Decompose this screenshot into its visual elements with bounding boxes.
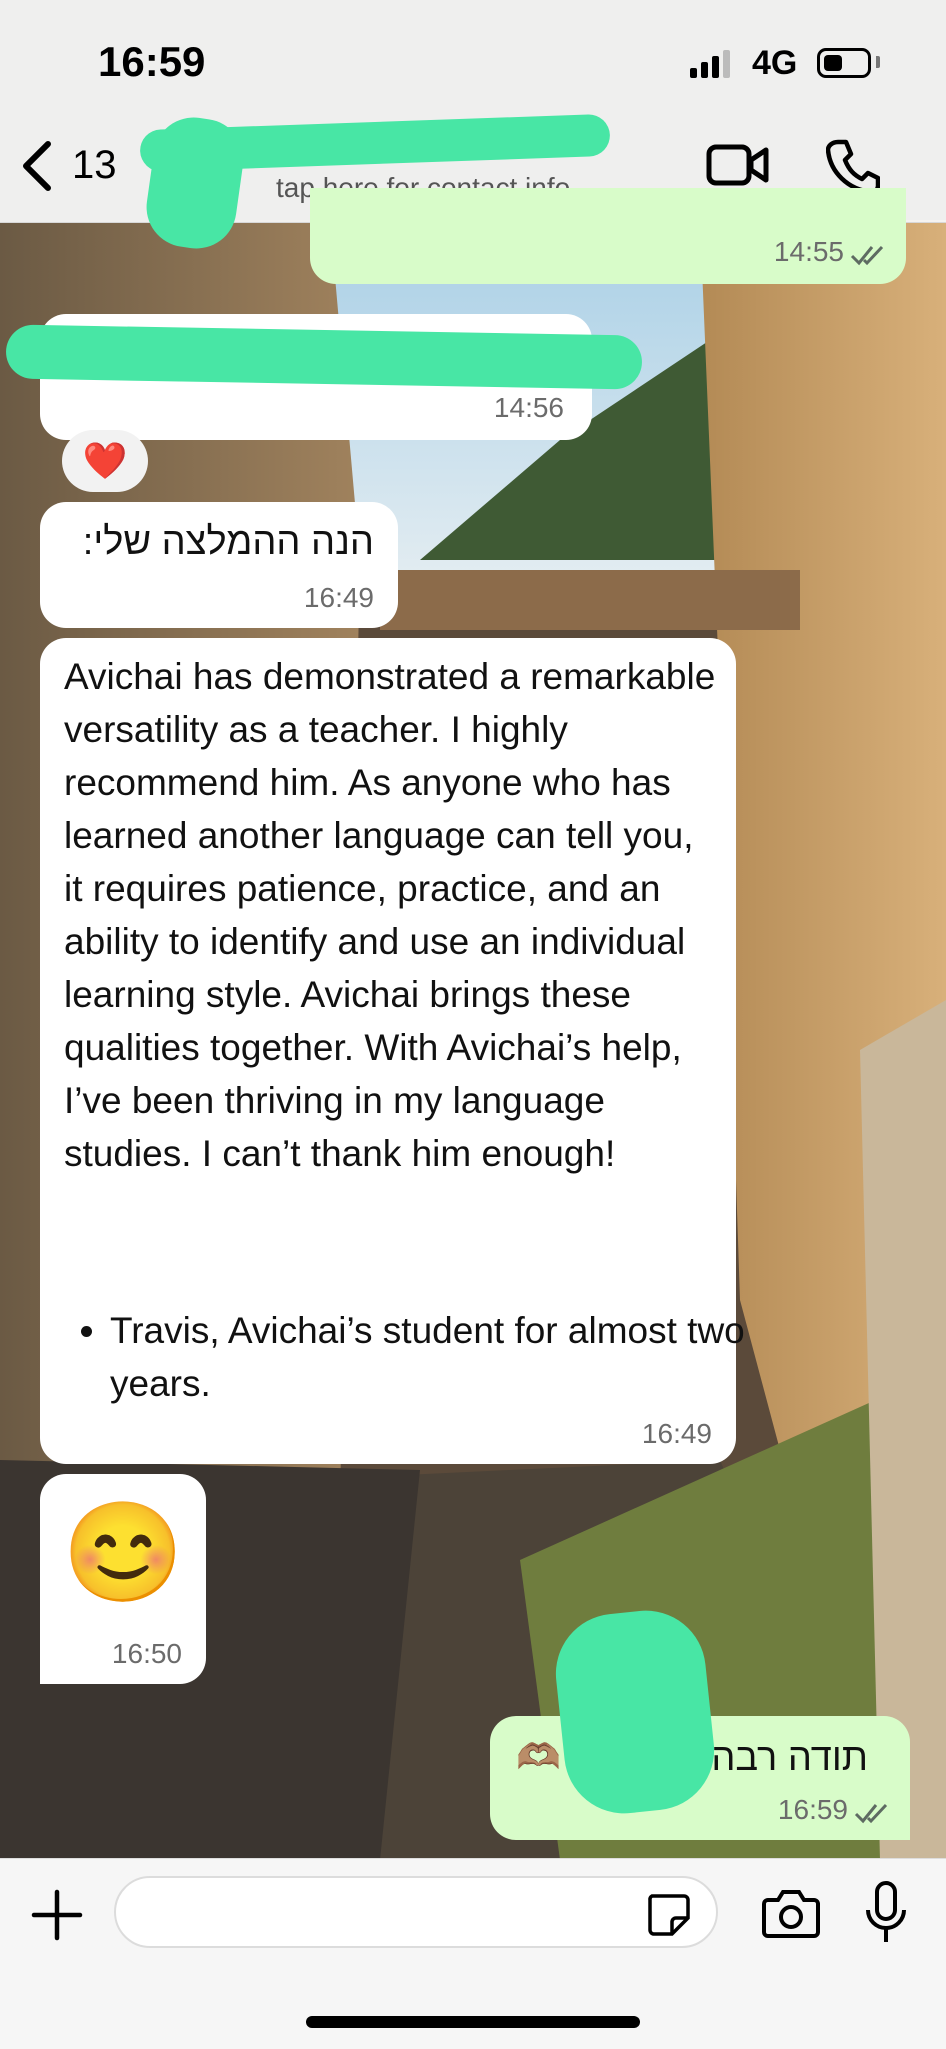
- sticker-icon[interactable]: [646, 1892, 690, 1936]
- video-call-icon[interactable]: [706, 140, 770, 190]
- plus-icon[interactable]: [30, 1888, 84, 1942]
- heart-reaction[interactable]: ❤️: [62, 430, 148, 492]
- message-time: 16:49: [303, 582, 374, 613]
- home-indicator: [306, 2016, 640, 2028]
- message-bullet-list: Travis, Avichai’s student for almost two…: [64, 1304, 750, 1410]
- read-ticks-icon: [850, 245, 884, 266]
- network-type: 4G: [752, 44, 798, 82]
- message-time: 16:59: [777, 1794, 848, 1825]
- heart-hands-emoji: 🫶🏽: [516, 1736, 561, 1777]
- read-ticks-icon: [854, 1803, 888, 1824]
- camera-icon[interactable]: [762, 1888, 820, 1940]
- microphone-icon[interactable]: [860, 1880, 912, 1946]
- status-time: 16:59: [98, 38, 206, 85]
- smiling-face-emoji: 😊: [62, 1497, 185, 1607]
- battery-icon: [817, 48, 871, 78]
- redaction-scribble: [5, 324, 643, 390]
- message-bubble-incoming[interactable]: הנה ההמלצה שלי: 16:49: [40, 502, 398, 628]
- message-bubble-incoming[interactable]: 😊 16:50: [40, 1474, 206, 1684]
- list-item: Travis, Avichai’s student for almost two…: [110, 1304, 750, 1410]
- redaction-scribble: [549, 1604, 721, 1820]
- message-time: 14:55: [773, 236, 844, 267]
- cellular-signal-icon: [690, 50, 730, 78]
- message-text: תודה רבה: [711, 1737, 868, 1779]
- message-bubble-incoming[interactable]: Avichai has demonstrated a remarkable ve…: [40, 638, 745, 1464]
- back-chevron-icon[interactable]: [18, 138, 58, 194]
- unread-count[interactable]: 13: [72, 143, 117, 188]
- message-input[interactable]: [114, 1876, 718, 1948]
- phone-call-icon[interactable]: [826, 138, 880, 194]
- message-time: 16:50: [111, 1638, 182, 1669]
- message-text: הנה ההמלצה שלי:: [82, 521, 374, 563]
- message-bubble-outgoing[interactable]: 14:55: [310, 188, 906, 284]
- message-time: 14:56: [493, 392, 564, 423]
- message-time: 16:49: [641, 1418, 712, 1449]
- message-text: Avichai has demonstrated a remarkable ve…: [64, 656, 716, 1174]
